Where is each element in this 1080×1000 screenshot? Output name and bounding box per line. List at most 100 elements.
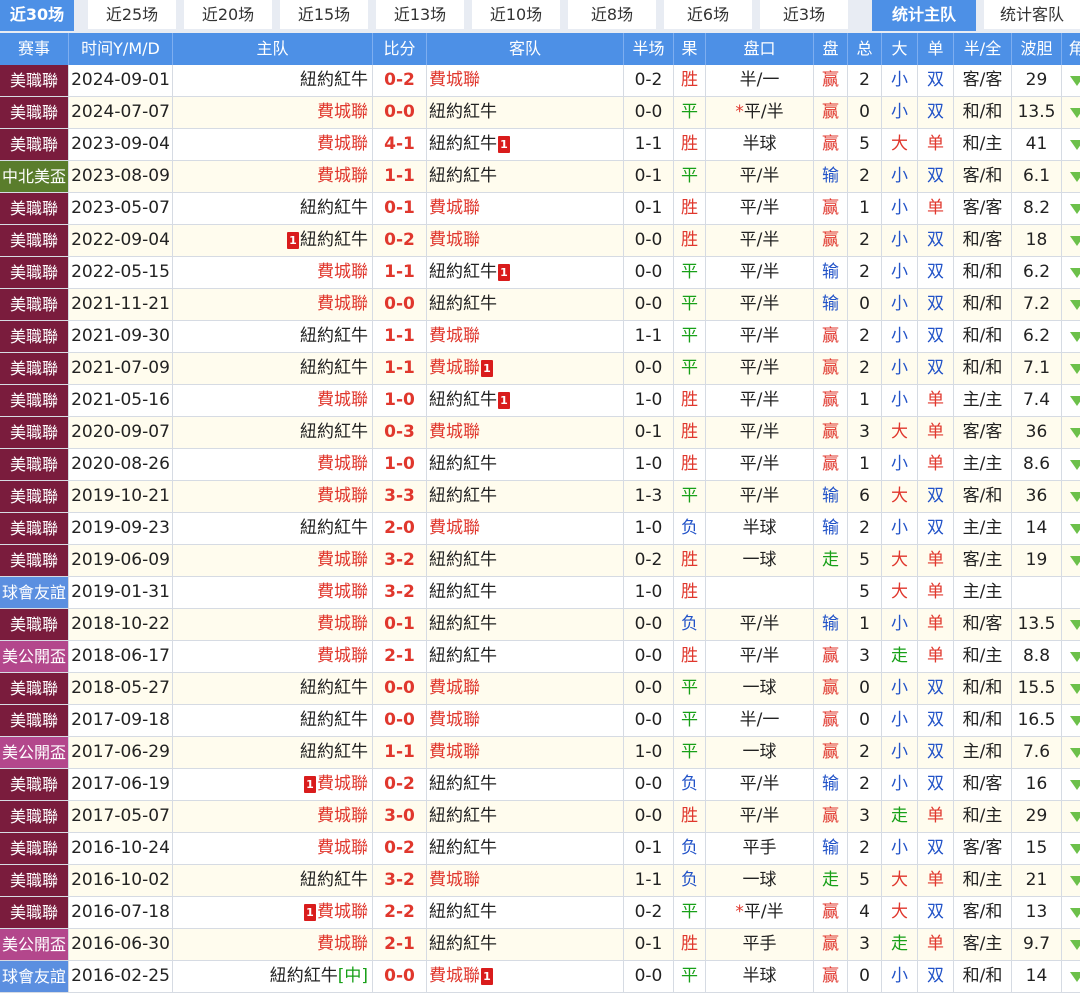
away-team-cell[interactable]: 紐約紅牛 (427, 833, 624, 864)
away-team-name[interactable]: 紐約紅牛 (429, 102, 497, 122)
tab-last-10[interactable]: 近10场 (472, 0, 560, 31)
home-team-name[interactable]: 紐約紅牛 (270, 966, 338, 986)
table-row[interactable]: 美職聯 2017-05-07 費城聯 3-0 紐約紅牛 0-0 胜 平/半 赢 3 走单和/主 29 (0, 801, 1080, 833)
final-score[interactable]: 0-2 (373, 833, 427, 864)
home-team-name[interactable]: 費城聯 (317, 166, 368, 186)
league-badge[interactable]: 美職聯 (0, 673, 69, 704)
away-team-cell[interactable]: 紐約紅牛 (427, 161, 624, 192)
final-score[interactable]: 0-2 (373, 769, 427, 800)
away-team-cell[interactable]: 紐約紅牛 (427, 641, 624, 672)
home-team-name[interactable]: 紐約紅牛 (300, 230, 368, 250)
home-team-name[interactable]: 費城聯 (317, 134, 368, 154)
away-team-name[interactable]: 紐約紅牛 (429, 262, 497, 282)
home-team-cell[interactable]: 紐約紅牛 (173, 865, 373, 896)
column-header-away[interactable]: 客队 (427, 33, 624, 65)
league-badge[interactable]: 美公開盃 (0, 929, 69, 960)
away-team-cell[interactable]: 費城聯 (427, 705, 624, 736)
league-badge[interactable]: 美職聯 (0, 769, 69, 800)
league-badge[interactable]: 美職聯 (0, 705, 69, 736)
table-row[interactable]: 美公開盃 2018-06-17 費城聯 2-1 紐約紅牛 0-0 胜 平/半 赢 3 走单和/主 8.… (0, 641, 1080, 673)
away-team-name[interactable]: 費城聯 (429, 870, 480, 890)
final-score[interactable]: 0-2 (373, 225, 427, 256)
away-team-name[interactable]: 紐約紅牛 (429, 806, 497, 826)
corner-cell[interactable] (1062, 65, 1080, 96)
corner-cell[interactable] (1062, 641, 1080, 672)
away-team-cell[interactable]: 費城聯 (427, 673, 624, 704)
tab-stats-home[interactable]: 统计主队 (872, 0, 976, 31)
league-badge[interactable]: 美職聯 (0, 417, 69, 448)
away-team-cell[interactable]: 紐約紅牛 (427, 289, 624, 320)
final-score[interactable]: 0-0 (373, 97, 427, 128)
home-team-cell[interactable]: 費城聯 (173, 129, 373, 160)
table-row[interactable]: 美職聯 2019-09-23 紐約紅牛 2-0 費城聯 1-0 负 半球 输 2 小双主/主 14 (0, 513, 1080, 545)
final-score[interactable]: 1-1 (373, 737, 427, 768)
home-team-cell[interactable]: 紐約紅牛 (173, 673, 373, 704)
home-team-name[interactable]: 費城聯 (317, 582, 368, 602)
home-team-name[interactable]: 紐約紅牛 (300, 518, 368, 538)
away-team-cell[interactable]: 紐約紅牛 (427, 481, 624, 512)
corner-cell[interactable] (1062, 321, 1080, 352)
away-team-cell[interactable]: 紐約紅牛 (427, 769, 624, 800)
table-row[interactable]: 美職聯 2023-09-04 費城聯 4-1 紐約紅牛 1 1-1 胜半球赢 5 大单和/主 41 (0, 129, 1080, 161)
tab-stats-away[interactable]: 统计客队 (984, 0, 1080, 31)
home-team-name[interactable]: 紐約紅牛 (300, 870, 368, 890)
table-row[interactable]: 美職聯 2017-06-19 1 費城聯 0-2 紐約紅牛 0-0 负平/半输 2 小双和/客 16 (0, 769, 1080, 801)
away-team-name[interactable]: 紐約紅牛 (429, 934, 497, 954)
home-team-name[interactable]: 紐約紅牛 (300, 198, 368, 218)
table-row[interactable]: 美公開盃 2017-06-29 紐約紅牛 1-1 費城聯 1-0 平 一球 赢 2 小双主/和 7.6 (0, 737, 1080, 769)
final-score[interactable]: 1-0 (373, 385, 427, 416)
final-score[interactable]: 0-0 (373, 705, 427, 736)
away-team-name[interactable]: 費城聯 (429, 742, 480, 762)
final-score[interactable]: 1-1 (373, 353, 427, 384)
home-team-name[interactable]: 費城聯 (317, 838, 368, 858)
away-team-name[interactable]: 費城聯 (429, 966, 480, 986)
final-score[interactable]: 1-0 (373, 449, 427, 480)
home-team-cell[interactable]: 費城聯 (173, 609, 373, 640)
tab-last-13[interactable]: 近13场 (376, 0, 464, 31)
table-row[interactable]: 美公開盃 2016-06-30 費城聯 2-1 紐約紅牛 0-1 胜 平手 赢 3 走单客/主 9.7 (0, 929, 1080, 961)
home-team-cell[interactable]: 費城聯 (173, 545, 373, 576)
final-score[interactable]: 0-0 (373, 961, 427, 992)
tab-last-20[interactable]: 近20场 (184, 0, 272, 31)
final-score[interactable]: 2-0 (373, 513, 427, 544)
league-badge[interactable]: 美公開盃 (0, 641, 69, 672)
away-team-name[interactable]: 費城聯 (429, 358, 480, 378)
home-team-cell[interactable]: 費城聯 (173, 641, 373, 672)
home-team-name[interactable]: 紐約紅牛 (300, 70, 368, 90)
corner-cell[interactable] (1062, 193, 1080, 224)
table-row[interactable]: 美職聯 2024-07-07 費城聯 0-0 紐約紅牛 0-0 平 *平/半赢 0 小双和/和 13… (0, 97, 1080, 129)
home-team-name[interactable]: 費城聯 (317, 806, 368, 826)
home-team-cell[interactable]: 紐約紅牛 (173, 353, 373, 384)
league-badge[interactable]: 美職聯 (0, 385, 69, 416)
table-row[interactable]: 美職聯 2019-10-21 費城聯 3-3 紐約紅牛 1-3 平 平/半 输 6 大双客/和 36 (0, 481, 1080, 513)
tab-last-25[interactable]: 近25场 (88, 0, 176, 31)
away-team-cell[interactable]: 費城聯 (427, 737, 624, 768)
home-team-cell[interactable]: 紐約紅牛 (173, 417, 373, 448)
column-header-odds[interactable]: 波胆 (1012, 33, 1062, 65)
final-score[interactable]: 0-0 (373, 289, 427, 320)
league-badge[interactable]: 美職聯 (0, 513, 69, 544)
corner-cell[interactable] (1062, 289, 1080, 320)
final-score[interactable]: 3-2 (373, 577, 427, 608)
final-score[interactable]: 3-2 (373, 545, 427, 576)
table-row[interactable]: 美職聯 2016-07-18 1 費城聯 2-2 紐約紅牛 0-2 平 *平/半赢 4 大双客/和 1… (0, 897, 1080, 929)
league-badge[interactable]: 中北美盃 (0, 161, 69, 192)
final-score[interactable]: 2-2 (373, 897, 427, 928)
away-team-name[interactable]: 紐約紅牛 (429, 134, 497, 154)
away-team-cell[interactable]: 費城聯 1 (427, 961, 624, 992)
final-score[interactable]: 0-2 (373, 65, 427, 96)
league-badge[interactable]: 美職聯 (0, 865, 69, 896)
away-team-name[interactable]: 紐約紅牛 (429, 582, 497, 602)
corner-cell[interactable] (1062, 673, 1080, 704)
home-team-cell[interactable]: 紐約紅牛 (173, 321, 373, 352)
corner-cell[interactable] (1062, 929, 1080, 960)
home-team-cell[interactable]: 費城聯 (173, 257, 373, 288)
away-team-cell[interactable]: 紐約紅牛 (427, 449, 624, 480)
corner-cell[interactable] (1062, 97, 1080, 128)
home-team-name[interactable]: 費城聯 (317, 550, 368, 570)
home-team-name[interactable]: 費城聯 (317, 774, 368, 794)
table-row[interactable]: 美職聯 2024-09-01 紐約紅牛 0-2 費城聯 0-2 胜半/一赢 2 小双客/客 29 (0, 65, 1080, 97)
table-row[interactable]: 美職聯 2018-05-27 紐約紅牛 0-0 費城聯 0-0 平一球赢 0 小双和/和 15.5 (0, 673, 1080, 705)
tab-last-30[interactable]: 近30场 (0, 0, 74, 31)
away-team-cell[interactable]: 費城聯 (427, 865, 624, 896)
